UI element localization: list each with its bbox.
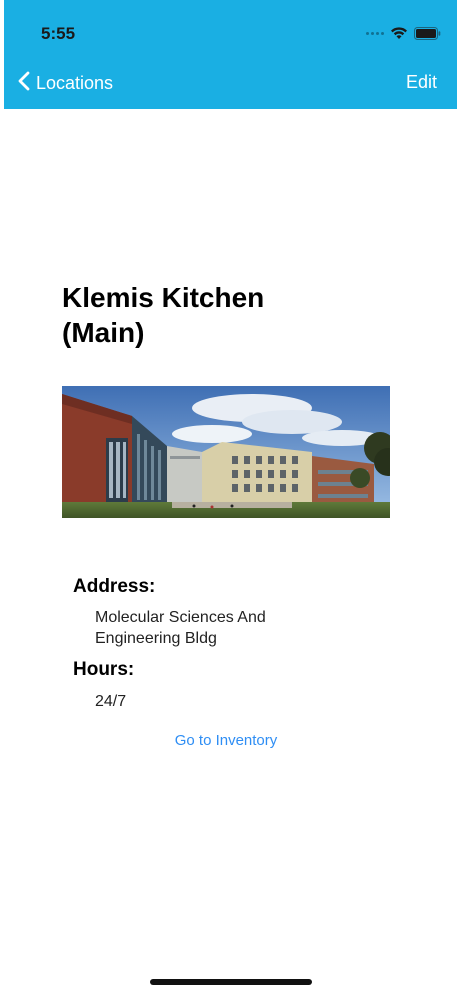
go-to-inventory-link[interactable]: Go to Inventory bbox=[0, 732, 452, 749]
battery-icon bbox=[414, 26, 441, 40]
home-indicator[interactable] bbox=[150, 979, 312, 985]
chevron-left-icon bbox=[18, 71, 30, 96]
navigation-bar: 5:55 Locations Edit bbox=[4, 0, 457, 109]
address-value: Molecular Sciences And Engineering Bldg bbox=[95, 607, 325, 649]
building-photo bbox=[62, 386, 390, 518]
cellular-signal-icon bbox=[366, 31, 384, 35]
address-line2: Engineering Bldg bbox=[95, 630, 217, 647]
back-button[interactable]: Locations bbox=[18, 71, 113, 96]
address-label: Address: bbox=[73, 576, 156, 597]
edit-button[interactable]: Edit bbox=[406, 72, 437, 93]
address-line1: Molecular Sciences And bbox=[95, 609, 266, 626]
back-button-label: Locations bbox=[36, 73, 114, 93]
wifi-icon bbox=[390, 26, 408, 40]
location-title: Klemis Kitchen (Main) bbox=[62, 280, 362, 350]
hours-value: 24/7 bbox=[95, 693, 127, 710]
hours-label: Hours: bbox=[73, 659, 135, 680]
location-title-line2: (Main) bbox=[62, 317, 145, 348]
status-icons bbox=[366, 26, 441, 40]
location-title-line1: Klemis Kitchen bbox=[62, 282, 265, 313]
status-time: 5:55 bbox=[41, 24, 76, 43]
